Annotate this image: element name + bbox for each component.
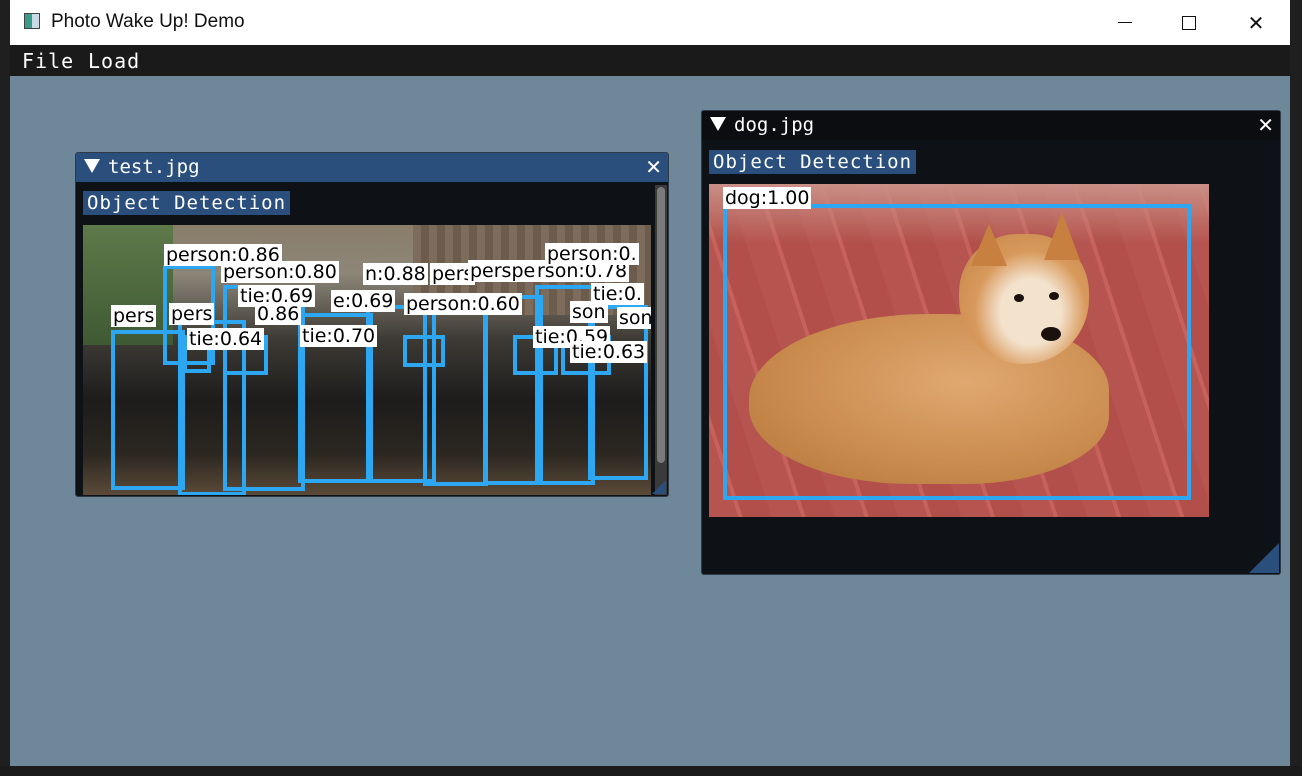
collapse-arrow-icon[interactable] bbox=[84, 159, 100, 173]
object-detection-header[interactable]: Object Detection bbox=[709, 150, 917, 174]
close-panel-icon[interactable]: ✕ bbox=[645, 155, 662, 179]
taskbar-strip bbox=[0, 766, 1302, 776]
minimize-button[interactable] bbox=[1093, 0, 1157, 45]
close-icon: ✕ bbox=[1247, 10, 1265, 35]
vertical-scrollbar[interactable] bbox=[655, 185, 667, 495]
detection-label: dog:1.00 bbox=[723, 187, 812, 209]
panel-title-bar[interactable]: test.jpg ✕ bbox=[76, 153, 668, 182]
image-foliage bbox=[83, 225, 173, 345]
app-window: Photo Wake Up! Demo ✕ File Load test.jpg… bbox=[10, 0, 1290, 766]
detection-image: dog:1.00 bbox=[709, 184, 1209, 517]
detection-label: son bbox=[570, 301, 608, 323]
resize-grip-icon[interactable] bbox=[652, 480, 666, 494]
detection-label: tie:0.64 bbox=[187, 328, 265, 350]
bbox bbox=[403, 335, 445, 367]
detection-label: n:0.88 bbox=[363, 263, 428, 285]
bbox bbox=[483, 295, 543, 485]
window-title: Photo Wake Up! Demo bbox=[51, 11, 245, 32]
detection-label: tie:0.63 bbox=[570, 341, 648, 363]
app-icon bbox=[24, 13, 40, 29]
panel-title-bar[interactable]: dog.jpg ✕ bbox=[702, 111, 1280, 140]
object-detection-header[interactable]: Object Detection bbox=[83, 191, 291, 215]
menu-load[interactable]: Load bbox=[88, 49, 140, 73]
detection-label: person:0. bbox=[545, 243, 639, 265]
collapse-arrow-icon[interactable] bbox=[710, 117, 726, 131]
test-jpg-panel: test.jpg ✕ Object Detection person:0.86 … bbox=[75, 152, 669, 497]
minimize-icon bbox=[1118, 22, 1132, 23]
scrollbar-thumb[interactable] bbox=[657, 187, 665, 463]
detection-label: tie:0.70 bbox=[300, 325, 378, 347]
maximize-button[interactable] bbox=[1157, 0, 1221, 45]
detection-label: person:0.60 bbox=[404, 293, 522, 315]
detection-label: perspe bbox=[468, 260, 538, 282]
bbox bbox=[723, 204, 1191, 500]
close-button[interactable]: ✕ bbox=[1224, 0, 1288, 45]
detection-label: pers bbox=[169, 303, 215, 325]
detection-label: pers bbox=[111, 305, 157, 327]
panel-title: dog.jpg bbox=[734, 114, 815, 136]
detection-label: son bbox=[617, 307, 651, 329]
maximize-icon bbox=[1182, 15, 1196, 30]
background-desktop-right bbox=[1290, 0, 1302, 776]
detection-label: e:0.69 bbox=[331, 290, 396, 312]
panel-title: test.jpg bbox=[108, 156, 200, 178]
dog-jpg-panel: dog.jpg ✕ Object Detection dog:1.00 bbox=[701, 110, 1281, 575]
detection-label: 0.86 bbox=[255, 303, 302, 325]
menu-bar: File Load bbox=[10, 45, 1290, 76]
detection-label: person:0.80 bbox=[221, 261, 339, 283]
bbox bbox=[423, 300, 488, 486]
resize-grip-icon[interactable] bbox=[1249, 543, 1279, 573]
detection-image: person:0.86 person:0.80 n:0.88 pers pers… bbox=[83, 225, 651, 495]
title-bar[interactable]: Photo Wake Up! Demo ✕ bbox=[10, 0, 1290, 45]
close-panel-icon[interactable]: ✕ bbox=[1257, 113, 1274, 137]
menu-file[interactable]: File bbox=[22, 49, 74, 73]
